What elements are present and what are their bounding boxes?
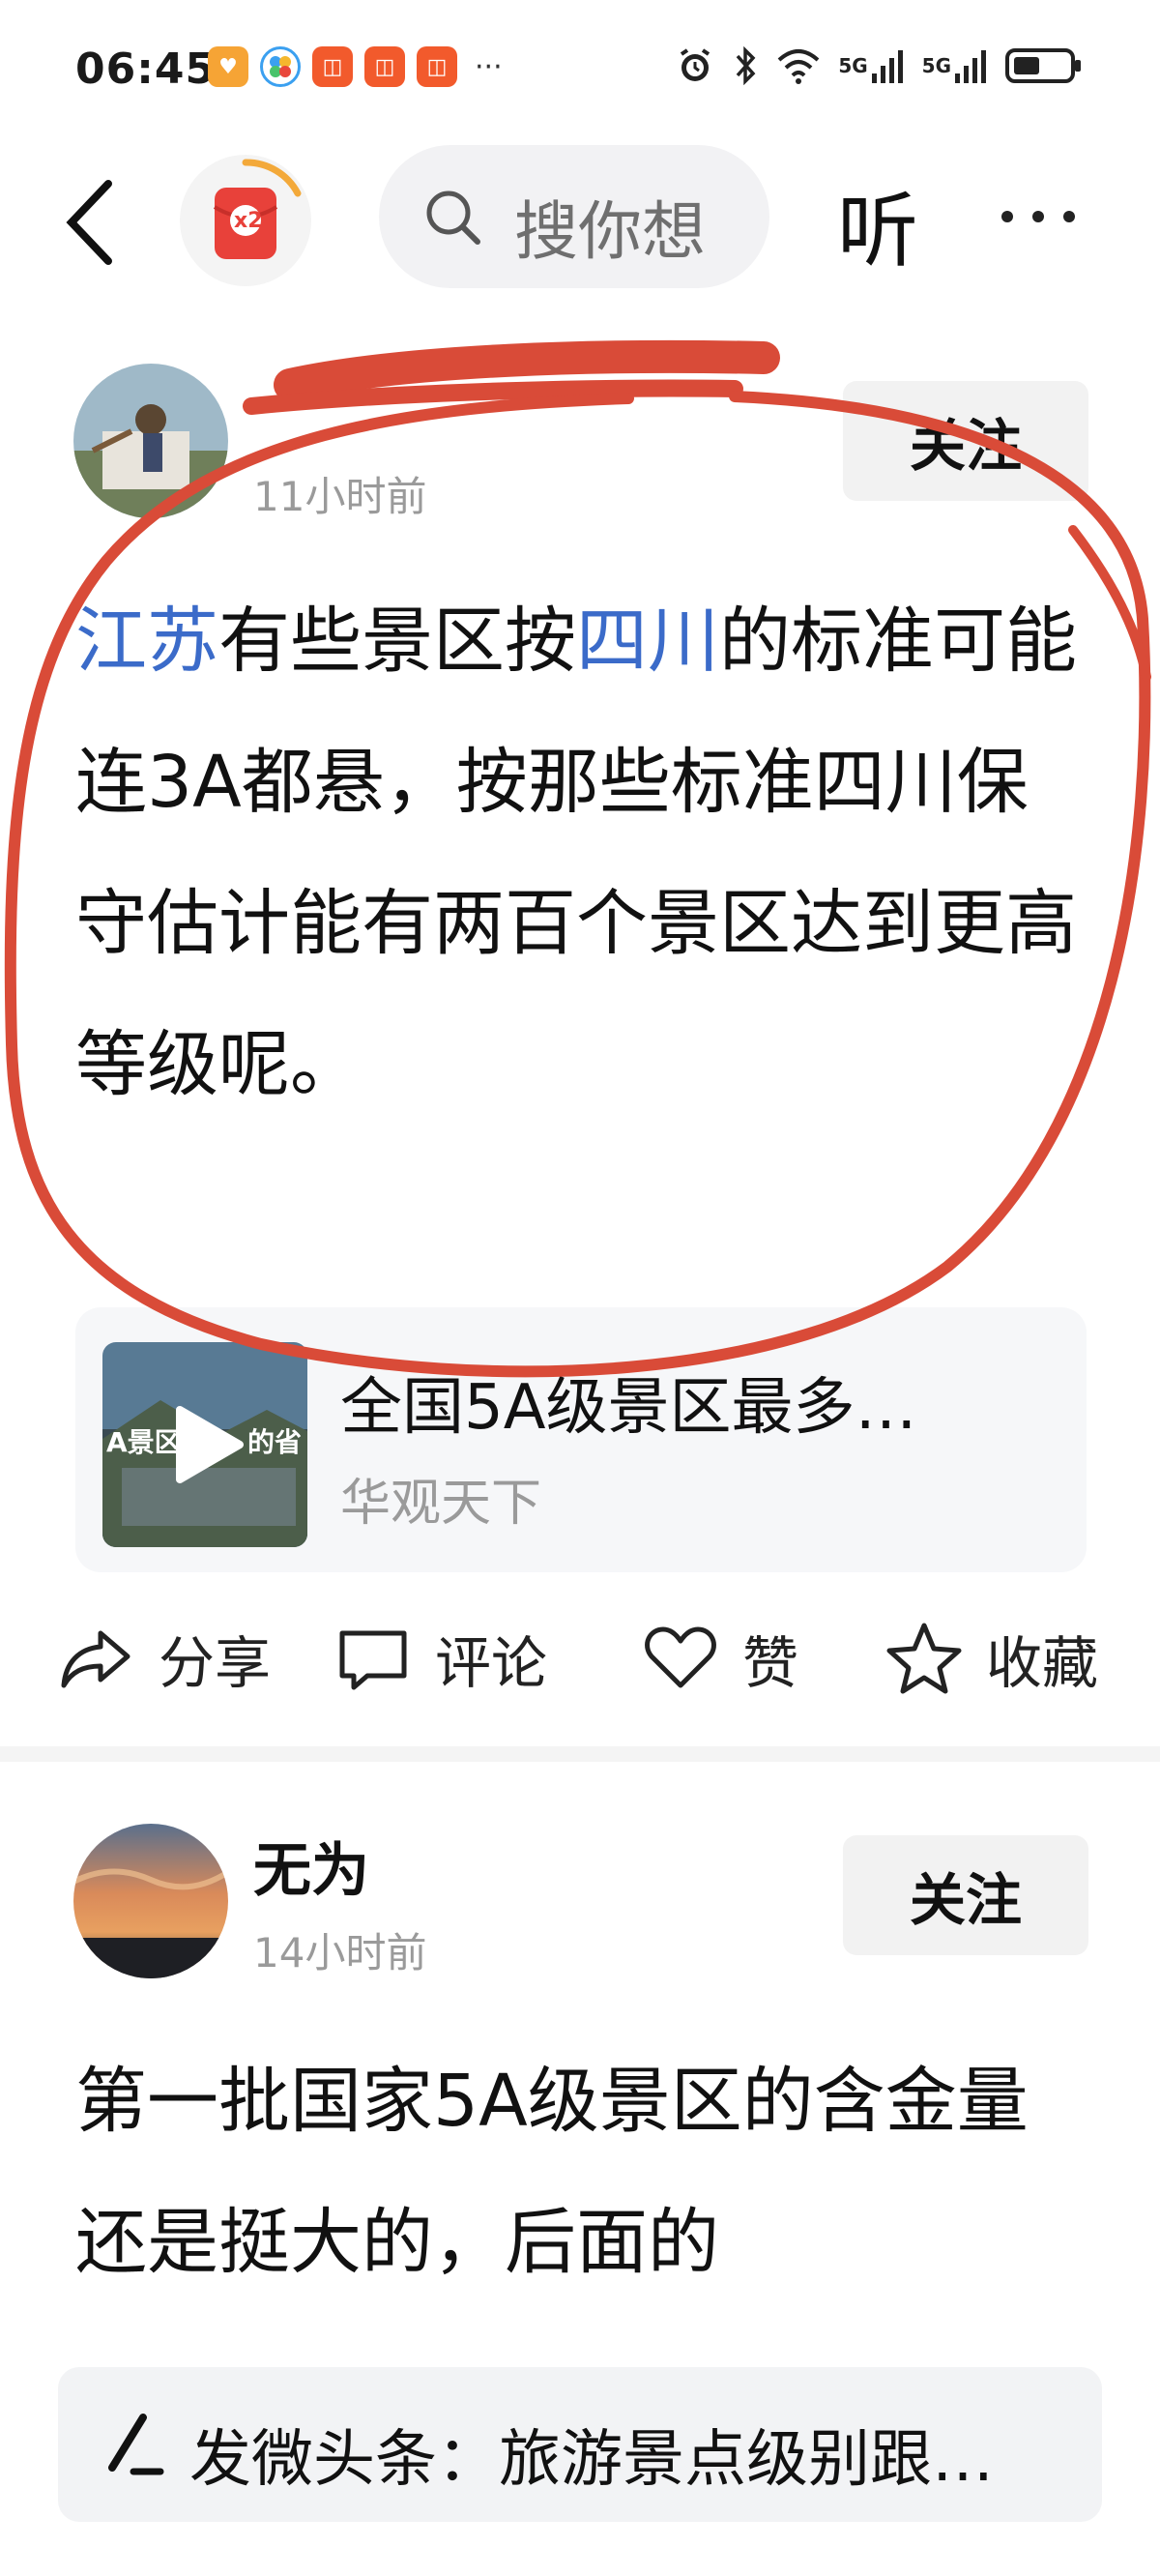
author-name[interactable]: 无为 <box>253 1824 369 1908</box>
compose-bar[interactable]: 发微头条：旅游景点级别跟… <box>58 2367 1102 2522</box>
share-button[interactable]: 分享 <box>58 1605 271 1712</box>
comment-label: 评论 <box>435 1630 548 1696</box>
avatar-image-icon <box>73 364 228 518</box>
top-nav: x2 搜你想 听 <box>0 145 1160 300</box>
play-icon <box>176 1406 244 1483</box>
video-card[interactable]: A景区 的省 全国5A级景区最多… 华观天下 <box>75 1307 1087 1572</box>
wifi-icon <box>776 46 821 85</box>
avatar[interactable] <box>73 1824 228 1978</box>
badge-text: x2 <box>234 209 263 233</box>
topic-link-sichuan[interactable]: 四川 <box>576 600 719 683</box>
post-text-segment: 有些景区按 <box>218 600 576 683</box>
search-bar[interactable]: 搜你想 <box>379 145 769 288</box>
collect-label: 收藏 <box>986 1630 1099 1696</box>
action-bar: 分享 评论 赞 收藏 <box>0 1605 1160 1712</box>
pinwheel-app-icon <box>260 46 301 87</box>
news-app-icon: ◫ <box>312 46 353 87</box>
system-icons: 5G 5G <box>676 46 1083 85</box>
alarm-icon <box>676 46 714 85</box>
avatar[interactable] <box>73 364 228 518</box>
post-time: 11小时前 <box>253 473 427 520</box>
more-dot <box>1032 211 1044 222</box>
search-icon <box>426 190 480 245</box>
follow-button[interactable]: 关注 <box>843 381 1088 501</box>
battery-icon <box>1005 46 1083 85</box>
more-dots-icon <box>1001 211 1013 222</box>
listen-button[interactable]: 听 <box>837 166 918 283</box>
avatar-image-icon <box>73 1824 228 1978</box>
heart-app-icon: ♥ <box>208 46 248 87</box>
post-divider <box>0 1746 1160 1762</box>
share-label: 分享 <box>159 1630 272 1696</box>
video-title: 全国5A级景区最多… <box>340 1372 917 1444</box>
follow-button[interactable]: 关注 <box>843 1835 1088 1955</box>
like-button[interactable]: 赞 <box>642 1605 798 1712</box>
share-icon <box>61 1630 130 1688</box>
post-body[interactable]: 江苏有些景区按四川的标准可能连3A都悬，按那些标准四川保守估计能有两百个景区达到… <box>75 571 1090 1135</box>
video-source: 华观天下 <box>340 1475 542 1533</box>
bluetooth-icon <box>732 46 759 85</box>
news-app-icon-2: ◫ <box>364 46 405 87</box>
more-dot <box>1063 211 1075 222</box>
signal-5g-icon: 5G <box>838 46 904 85</box>
pen-icon <box>108 2414 164 2475</box>
video-thumbnail: A景区 的省 <box>102 1342 307 1547</box>
search-placeholder: 搜你想 <box>514 194 706 269</box>
post-time: 14小时前 <box>253 1929 427 1976</box>
star-icon <box>886 1623 962 1694</box>
news-app-icon-3: ◫ <box>417 46 457 87</box>
topic-link-jiangsu[interactable]: 江苏 <box>75 600 218 683</box>
comment-icon <box>339 1630 407 1690</box>
notification-icons: ♥ ◫ ◫ ◫ ··· <box>208 46 503 87</box>
screen: 06:45 ♥ ◫ ◫ ◫ ··· 5G 5G x2 搜你想 听 11小时前 关… <box>0 0 1160 2576</box>
reward-badge-button[interactable]: x2 <box>180 155 311 286</box>
heart-icon <box>645 1626 716 1688</box>
like-label: 赞 <box>742 1630 799 1696</box>
more-menu-button[interactable] <box>1001 211 1075 222</box>
signal-5g-icon-2: 5G <box>922 46 988 85</box>
status-bar: 06:45 ♥ ◫ ◫ ◫ ··· 5G 5G <box>0 0 1160 135</box>
clock: 06:45 <box>75 44 217 94</box>
collect-button[interactable]: 收藏 <box>885 1605 1098 1712</box>
comment-button[interactable]: 评论 <box>334 1605 547 1712</box>
chevron-left-icon <box>66 180 112 265</box>
compose-prompt: 发微头条：旅游景点级别跟… <box>189 2424 994 2496</box>
more-notifications-icon: ··· <box>475 49 503 84</box>
post-body[interactable]: 第一批国家5A级景区的含金量还是挺大的，后面的 <box>75 2031 1090 2338</box>
back-button[interactable] <box>58 174 126 271</box>
